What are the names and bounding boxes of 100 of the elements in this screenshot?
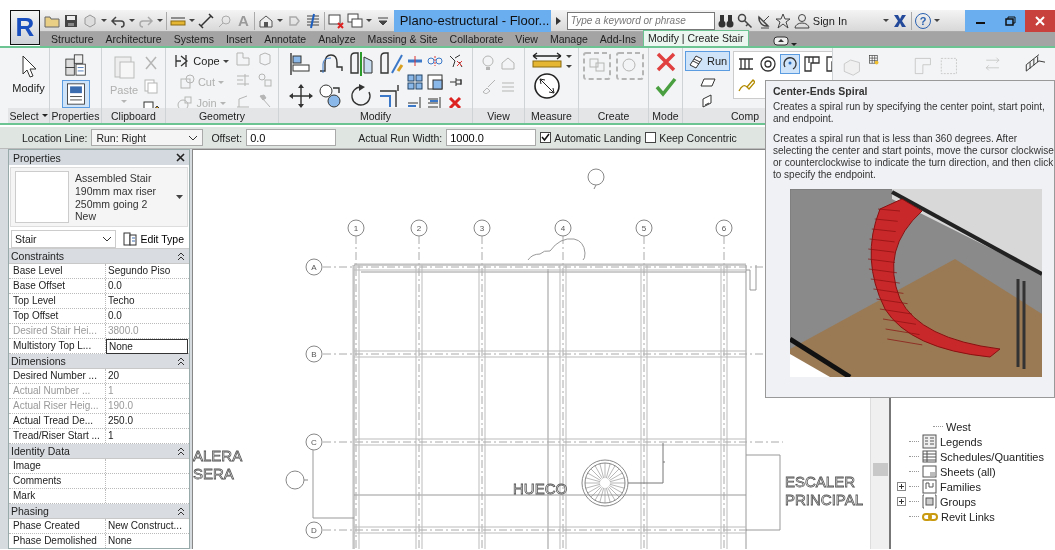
tree-item[interactable]: West: [946, 420, 971, 433]
property-value[interactable]: Techo: [106, 294, 189, 308]
ribbon-tab[interactable]: Analyze: [313, 31, 361, 46]
caret-icon[interactable]: [934, 19, 941, 22]
close-icon[interactable]: [176, 153, 185, 162]
binoculars-icon[interactable]: [717, 12, 734, 29]
collapse-icon[interactable]: [177, 251, 185, 261]
tree-item[interactable]: Families: [940, 480, 981, 493]
satellite-dish-icon[interactable]: [755, 12, 772, 29]
key-icon[interactable]: [736, 12, 753, 29]
property-value[interactable]: 0.0: [106, 309, 189, 323]
panel-title-button[interactable]: Measure: [525, 108, 578, 123]
switch-windows-icon[interactable]: [346, 12, 363, 29]
ribbon-tab[interactable]: Add-Ins: [594, 31, 642, 46]
caret-icon[interactable]: [176, 195, 183, 199]
star-icon[interactable]: [774, 12, 791, 29]
property-value[interactable]: 250.0: [106, 414, 189, 428]
split-icon[interactable]: [407, 53, 423, 69]
close-windows-icon[interactable]: [327, 12, 344, 29]
scale-icon[interactable]: [427, 74, 443, 90]
caret-icon[interactable]: [222, 59, 229, 63]
panel-title-button[interactable]: Clipboard: [102, 108, 165, 123]
caret-icon[interactable]: [41, 114, 48, 117]
measure-circle-icon[interactable]: [533, 72, 561, 100]
ribbon-tab[interactable]: Structure: [46, 31, 99, 46]
sign-in-link[interactable]: Sign In: [812, 14, 848, 27]
mirror-draw-icon[interactable]: [378, 51, 404, 77]
unpin-icon[interactable]: [447, 53, 463, 69]
tree-item[interactable]: Sheets (all): [940, 465, 996, 478]
close-button[interactable]: [1025, 9, 1055, 32]
panel-title-button[interactable]: Modify: [279, 108, 472, 123]
caret-icon[interactable]: [365, 19, 372, 22]
rotate-icon[interactable]: [348, 83, 374, 108]
railing-icon[interactable]: [737, 55, 756, 73]
app-menu-button[interactable]: R: [10, 10, 40, 45]
scrollbar-thumb[interactable]: [872, 463, 888, 476]
expand-plus-icon[interactable]: [897, 497, 906, 506]
measure-distance-icon[interactable]: [531, 51, 563, 69]
panel-title-button[interactable]: Properties: [50, 108, 101, 123]
property-value[interactable]: None: [106, 534, 189, 548]
ribbon-tab[interactable]: Annotate: [259, 31, 312, 46]
cope-button[interactable]: Cope: [171, 51, 232, 71]
ribbon-tab[interactable]: Architecture: [100, 31, 167, 46]
tree-item[interactable]: Legends: [940, 435, 983, 448]
chevron-down-icon[interactable]: [102, 235, 113, 242]
run-button[interactable]: Run: [685, 51, 731, 71]
cancel-x-icon[interactable]: [654, 51, 677, 73]
panel-title-button[interactable]: Select: [8, 108, 49, 123]
caret-icon[interactable]: [101, 19, 107, 22]
caret-icon[interactable]: [883, 19, 890, 22]
user-icon[interactable]: [793, 12, 810, 29]
ribbon-tab[interactable]: Collaborate: [444, 31, 509, 46]
modify-button[interactable]: Modify: [10, 51, 47, 97]
ribbon-tab[interactable]: Insert: [220, 31, 258, 46]
move-icon[interactable]: [288, 83, 314, 108]
split-gap-icon[interactable]: [427, 53, 443, 69]
ribbon-tab[interactable]: Modify | Create Stair: [643, 30, 749, 46]
tree-item[interactable]: Groups: [940, 495, 977, 508]
location-line-dropdown[interactable]: Run: Right: [91, 129, 204, 146]
checkbox[interactable]: [540, 132, 552, 143]
property-value[interactable]: 0.0: [106, 279, 189, 293]
search-field[interactable]: Type a keyword or phrase: [566, 11, 715, 30]
property-value-field[interactable]: None: [106, 339, 188, 354]
tree-item[interactable]: Schedules/Quantities: [940, 450, 1044, 463]
finish-check-icon[interactable]: [654, 76, 677, 98]
collapse-icon[interactable]: [177, 356, 185, 366]
caret-icon[interactable]: [566, 55, 572, 58]
trim-multiple-icon[interactable]: [427, 95, 443, 108]
ribbon-tab[interactable]: Massing & Site: [362, 31, 443, 46]
chevron-down-icon[interactable]: [188, 134, 199, 141]
diagonal-dimension-icon[interactable]: [198, 12, 214, 29]
expand-arrow-icon[interactable]: [553, 14, 562, 27]
ribbon-tab[interactable]: Manage: [544, 31, 593, 46]
collapse-icon[interactable]: [177, 446, 185, 456]
expand-plus-icon[interactable]: [897, 482, 906, 491]
l-stair-icon[interactable]: [803, 55, 822, 73]
thin-lines-icon[interactable]: [304, 12, 321, 29]
caret-icon[interactable]: [129, 19, 135, 22]
property-value[interactable]: Segundo Piso: [106, 264, 189, 278]
checkbox[interactable]: [645, 132, 657, 143]
group-header[interactable]: Constraints: [9, 249, 189, 264]
group-header[interactable]: Dimensions: [9, 354, 189, 369]
group-header[interactable]: Phasing: [9, 504, 189, 519]
offset-field[interactable]: 0.0: [246, 129, 337, 146]
caret-icon[interactable]: [157, 19, 163, 22]
collapse-icon[interactable]: [177, 506, 185, 516]
exchange-x-icon[interactable]: [892, 12, 909, 29]
edit-type-icon[interactable]: [123, 231, 138, 246]
caret-icon[interactable]: [189, 19, 195, 22]
category-dropdown[interactable]: Stair: [11, 229, 117, 248]
edit-type-button[interactable]: Edit Type: [120, 231, 187, 246]
panel-title-button[interactable]: Create: [579, 108, 648, 123]
group-header[interactable]: Identity Data: [9, 444, 189, 459]
caret-icon[interactable]: [566, 65, 572, 68]
ribbon-tab[interactable]: Systems: [168, 31, 219, 46]
property-value[interactable]: 20: [106, 369, 189, 383]
property-value[interactable]: New Construct...: [106, 519, 189, 533]
mirror-pick-icon[interactable]: [348, 51, 374, 77]
spiral-icon[interactable]: [759, 55, 778, 73]
stair-run-icon[interactable]: [688, 53, 704, 69]
